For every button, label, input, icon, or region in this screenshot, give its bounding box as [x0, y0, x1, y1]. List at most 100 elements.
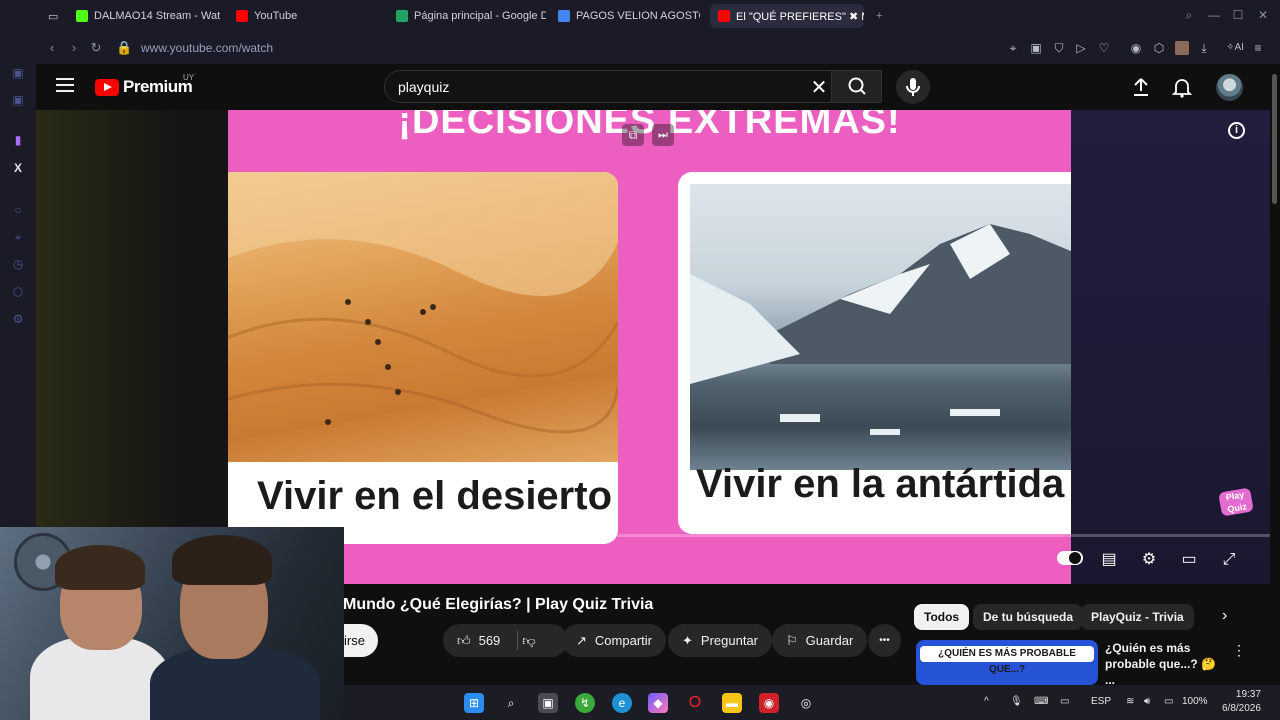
profile-extension-icon[interactable] — [1175, 41, 1189, 55]
ai-icon[interactable]: ✧AI — [1222, 41, 1248, 55]
chip-from-search[interactable]: De tu búsqueda — [973, 604, 1084, 630]
tray-keyboard-icon[interactable]: ⌨ — [1034, 696, 1048, 707]
info-icon[interactable]: i — [1228, 122, 1245, 139]
miniplayer-icon[interactable]: ⧉ — [622, 124, 644, 146]
extensions-puzzle-icon[interactable]: ⬡ — [1152, 41, 1166, 55]
next-video-icon[interactable]: ⏭ — [652, 124, 674, 146]
save-button[interactable]: ⚐ Guardar — [772, 624, 868, 657]
play-icon[interactable]: ▷ — [1074, 41, 1088, 55]
search-tabs-icon[interactable]: ⌕ — [1182, 8, 1196, 22]
chip-playquiz[interactable]: PlayQuiz - Trivia — [1081, 604, 1194, 630]
history-icon[interactable]: ◷ — [10, 256, 26, 272]
video-frame[interactable]: ¡DECISIONES EXTREMAS! Vivir en el desier… — [228, 110, 1071, 584]
clear-search-icon[interactable]: ✕ — [807, 75, 831, 100]
forward-icon[interactable]: › — [66, 40, 82, 56]
page-scrollbar[interactable] — [1270, 64, 1280, 685]
tray-chevron-icon[interactable]: ^ — [984, 696, 989, 707]
app-icon-red[interactable]: ◉ — [759, 693, 779, 713]
reload-icon[interactable]: ↻ — [88, 40, 104, 56]
more-vert-icon[interactable]: ⋮ — [1232, 642, 1246, 659]
recommendation-title[interactable]: ¿Quién es más probable que...? 🤔 ... — [1105, 640, 1225, 688]
tab-google-docs[interactable]: PAGOS VELION AGOSTO - — [550, 4, 700, 28]
maximize-icon[interactable]: ☐ — [1231, 8, 1245, 22]
youtube-icon — [718, 10, 730, 22]
download-icon[interactable]: ⤓ — [1197, 41, 1211, 55]
tab-active-video[interactable]: El "QUÉ PREFIERES" ✖ M — [710, 4, 864, 28]
x-twitter-icon[interactable]: X — [10, 160, 26, 176]
back-icon[interactable]: ‹ — [44, 40, 60, 56]
edge-icon[interactable]: e — [612, 693, 632, 713]
sidebar-app-icon[interactable]: ○ — [10, 202, 26, 218]
pin-page-icon[interactable]: ⌖ — [1006, 41, 1020, 55]
copilot-icon[interactable]: ◆ — [648, 693, 668, 713]
youtube-premium-logo[interactable]: Premium UY — [95, 73, 194, 97]
account-avatar[interactable] — [1216, 74, 1243, 101]
minimize-icon[interactable]: — — [1207, 8, 1221, 22]
pin-icon[interactable]: ⌖ — [10, 229, 26, 245]
ask-button[interactable]: ✦ Preguntar — [668, 624, 772, 657]
language-indicator[interactable]: ESP — [1091, 696, 1111, 707]
like-button[interactable]: 👍︎ 569 — [457, 633, 500, 649]
volume-icon[interactable]: 🔊︎ — [1144, 696, 1150, 707]
sparkle-icon: ✦ — [682, 632, 693, 648]
search-button[interactable] — [831, 71, 881, 102]
clock-time: 19:37 — [1235, 689, 1261, 700]
settings-gear-icon[interactable]: ⚙ — [1138, 549, 1160, 571]
snapshot-icon[interactable]: ▣ — [1029, 41, 1043, 55]
tray-display-icon[interactable]: ▭ — [1060, 696, 1069, 707]
tab-kick[interactable]: DALMAO14 Stream - Watch — [68, 4, 220, 28]
shield-icon[interactable]: ⛉ — [1052, 41, 1066, 55]
thumbs-up-icon: 👍︎ — [457, 632, 471, 648]
upload-icon[interactable] — [1130, 76, 1152, 98]
fullscreen-icon[interactable]: ⤢ — [1218, 549, 1240, 571]
share-button[interactable]: ↗ Compartir — [562, 624, 666, 657]
app-icon[interactable]: ↯ — [575, 693, 595, 713]
close-window-icon[interactable]: ✕ — [1256, 8, 1270, 22]
wifi-icon[interactable]: ≋ — [1126, 696, 1134, 707]
new-tab-button[interactable]: + — [868, 4, 890, 28]
video-title: Mundo ¿Qué Elegirías? | Play Quiz Trivia — [343, 596, 654, 613]
browser-menu-icon[interactable]: ≡ — [1251, 41, 1265, 55]
autoplay-toggle[interactable] — [1057, 551, 1083, 565]
video-progress-bar[interactable] — [264, 534, 1270, 537]
chip-all[interactable]: Todos — [914, 604, 970, 630]
desert-dunes-illustration — [228, 172, 618, 434]
extension-icon[interactable]: ◉ — [1129, 41, 1143, 55]
battery-icon[interactable]: ▭ — [1164, 696, 1173, 707]
search-input[interactable] — [398, 79, 798, 95]
tab-google-drive[interactable]: Página principal - Google D — [388, 4, 546, 28]
like-dislike-pill: 👍︎ 569 👎︎ — [443, 624, 568, 657]
extensions-icon[interactable]: ⬡ — [10, 284, 26, 300]
theater-mode-icon[interactable]: ▭ — [1178, 549, 1200, 571]
windows-start-icon[interactable]: ⊞ — [464, 693, 484, 713]
twitch-icon[interactable]: ▮ — [10, 132, 26, 148]
url-field[interactable]: www.youtube.com/watch — [141, 41, 273, 55]
recommendation-thumbnail[interactable]: ¿QUIÉN ES MÁS PROBABLE QUE...? — [916, 640, 1098, 685]
subtitles-icon[interactable]: ▤ — [1098, 549, 1120, 571]
tab-youtube[interactable]: YouTube — [228, 4, 378, 28]
option-card-left: Vivir en el desierto — [228, 172, 618, 544]
obs-icon[interactable]: ◎ — [796, 693, 816, 713]
task-view-icon[interactable]: ▣ — [538, 693, 558, 713]
webcam-overlay — [0, 527, 344, 720]
thumbs-down-icon[interactable]: 👎︎ — [522, 633, 535, 649]
hamburger-menu-icon[interactable] — [56, 78, 74, 94]
heart-icon[interactable]: ♡ — [1097, 41, 1111, 55]
voice-search-button[interactable] — [896, 70, 930, 104]
taskbar-clock[interactable]: 19:37 6/8/2026 — [1222, 688, 1261, 716]
tray-mic-icon[interactable]: 🎙︎ — [1010, 696, 1023, 707]
search-icon[interactable]: ⌕ — [501, 693, 521, 713]
scrollbar-thumb[interactable] — [1272, 74, 1277, 204]
youtube-icon — [236, 10, 248, 22]
tab-list-icon[interactable]: ▭ — [40, 4, 62, 28]
settings-icon[interactable]: ⚙ — [10, 311, 26, 327]
opera-icon[interactable]: O — [685, 693, 705, 713]
notifications-bell-icon[interactable] — [1171, 76, 1193, 98]
file-explorer-icon[interactable]: ▬ — [722, 693, 742, 713]
chevron-right-icon[interactable]: › — [1222, 607, 1227, 625]
sidebar-app-icon[interactable]: ▣ — [10, 92, 26, 108]
sidebar-app-icon[interactable]: ▣ — [10, 65, 26, 81]
more-actions-button[interactable]: ••• — [868, 624, 901, 657]
video-player[interactable]: ¡DECISIONES EXTREMAS! Vivir en el desier… — [36, 110, 1270, 584]
share-label: Compartir — [594, 633, 652, 648]
